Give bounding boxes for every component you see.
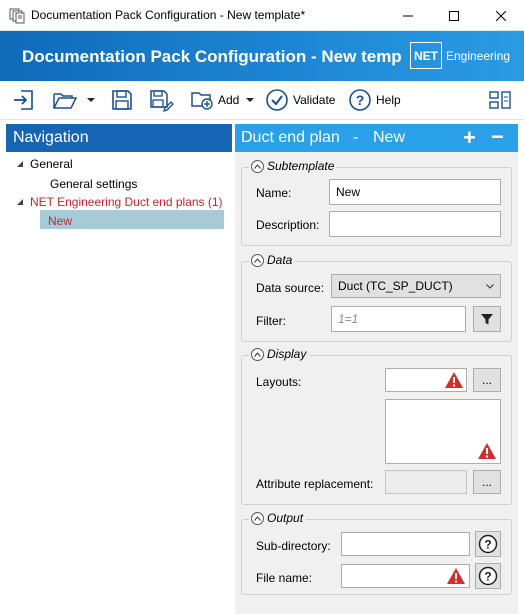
svg-text:?: ? <box>356 92 365 108</box>
save-button[interactable] <box>110 87 134 113</box>
window-title: Documentation Pack Configuration - New t… <box>31 8 306 22</box>
warning-icon <box>447 568 465 584</box>
svg-text:?: ? <box>484 538 491 552</box>
subtemplate-group-title: Subtemplate <box>249 159 338 173</box>
chevron-down-icon <box>486 284 494 289</box>
filter-button[interactable] <box>473 306 501 332</box>
layouts-label: Layouts: <box>256 375 302 389</box>
collapse-chevron-icon[interactable] <box>251 253 264 267</box>
description-label: Description: <box>256 218 320 232</box>
svg-text:?: ? <box>484 570 491 584</box>
save-as-button[interactable] <box>148 87 174 113</box>
help-label: Help <box>376 93 401 107</box>
data-group: Data Data source: Duct (TC_SP_DUCT) Filt… <box>241 253 512 342</box>
name-label: Name: <box>256 186 292 200</box>
data-source-value: Duct (TC_SP_DUCT) <box>338 279 453 293</box>
minimize-icon <box>403 15 413 16</box>
content-scroll-edge <box>518 124 524 614</box>
check-circle-icon <box>266 89 288 111</box>
remove-item-button[interactable]: − <box>491 124 504 150</box>
subtemplate-group: Subtemplate Name: New Description: <box>241 159 512 246</box>
panel-layout-icon <box>489 91 511 109</box>
file-name-help-button[interactable]: ? <box>475 563 501 589</box>
net-logo-text: Engineering <box>446 49 511 63</box>
import-icon <box>14 90 33 110</box>
display-group-title: Display <box>249 347 310 361</box>
folder-open-icon <box>53 93 78 109</box>
add-item-button[interactable]: + <box>463 125 476 151</box>
subtemplate-label: Subtemplate <box>267 159 335 173</box>
data-label: Data <box>267 253 293 267</box>
help-button[interactable]: ? Help <box>348 87 401 113</box>
help-icon: ? <box>478 566 498 586</box>
display-label: Display <box>267 347 307 361</box>
validate-button[interactable]: Validate <box>265 87 335 113</box>
layout-toggle-button[interactable] <box>488 87 512 113</box>
open-button[interactable] <box>52 87 96 113</box>
header-banner: Documentation Pack Configuration - New t… <box>0 31 524 81</box>
app-icon <box>9 8 25 24</box>
add-label: Add <box>218 93 240 107</box>
tree-item-general[interactable]: General <box>30 157 73 171</box>
warning-icon <box>478 443 496 459</box>
description-input[interactable] <box>329 211 501 237</box>
help-icon: ? <box>349 89 371 111</box>
maximize-icon <box>449 10 459 21</box>
validate-label: Validate <box>293 93 336 107</box>
display-group: Display Layouts: ... Attribute replaceme… <box>241 347 512 505</box>
data-source-label: Data source: <box>256 281 325 295</box>
layouts-browse-button[interactable]: ... <box>473 368 501 392</box>
add-button[interactable]: Add <box>190 87 255 113</box>
sub-directory-input[interactable] <box>341 532 470 556</box>
title-bar: Documentation Pack Configuration - New t… <box>0 0 524 31</box>
expand-arrow-icon[interactable] <box>16 160 24 168</box>
import-button[interactable] <box>12 87 36 113</box>
data-group-title: Data <box>249 253 296 267</box>
tree-item-general-settings[interactable]: General settings <box>50 177 137 191</box>
banner-title: Documentation Pack Configuration - New t… <box>22 47 402 66</box>
content-title: Duct end plan <box>241 129 340 146</box>
help-icon: ? <box>478 534 498 554</box>
tree-item-duct-end-plans[interactable]: NET Engineering Duct end plans (1) <box>30 195 223 209</box>
content-state: New <box>373 129 406 146</box>
output-group-title: Output <box>249 511 307 525</box>
output-group: Output Sub-directory: ? File name: ? <box>241 511 512 595</box>
net-logo-box: NET <box>410 42 442 69</box>
filter-input[interactable]: 1=1 <box>331 306 466 332</box>
save-as-icon <box>150 90 174 112</box>
toolbar: Add Validate ? Help <box>0 81 524 120</box>
sub-directory-label: Sub-directory: <box>256 539 331 553</box>
close-icon <box>496 10 506 21</box>
filter-funnel-icon <box>481 314 493 325</box>
output-label: Output <box>267 511 304 525</box>
content-title-separator: - <box>353 129 359 146</box>
dropdown-arrow-icon[interactable] <box>86 95 96 105</box>
data-source-select[interactable]: Duct (TC_SP_DUCT) <box>331 274 501 298</box>
filter-label: Filter: <box>256 314 286 328</box>
warning-icon <box>445 372 463 388</box>
sub-directory-help-button[interactable]: ? <box>475 531 501 557</box>
name-input[interactable]: New <box>329 179 501 205</box>
attribute-replacement-browse-button[interactable]: ... <box>473 470 501 494</box>
collapse-chevron-icon[interactable] <box>251 511 264 525</box>
navigation-header: Navigation <box>6 124 232 152</box>
add-folder-icon <box>191 92 213 110</box>
content-header: Duct end plan - New + − <box>235 124 518 152</box>
collapse-chevron-icon[interactable] <box>251 347 264 361</box>
dropdown-arrow-icon <box>246 98 255 102</box>
close-button[interactable] <box>478 0 524 31</box>
collapse-chevron-icon[interactable] <box>251 159 264 173</box>
maximize-button[interactable] <box>431 0 477 31</box>
attribute-replacement-label: Attribute replacement: <box>256 477 374 491</box>
save-icon <box>112 90 132 110</box>
content-pane: Duct end plan - New + − Subtemplate Name… <box>235 124 518 614</box>
attribute-replacement-input[interactable] <box>385 470 467 494</box>
tree-item-new[interactable]: New <box>48 214 72 228</box>
file-name-label: File name: <box>256 571 313 585</box>
minimize-button[interactable] <box>385 0 431 31</box>
expand-arrow-icon[interactable] <box>16 198 24 206</box>
